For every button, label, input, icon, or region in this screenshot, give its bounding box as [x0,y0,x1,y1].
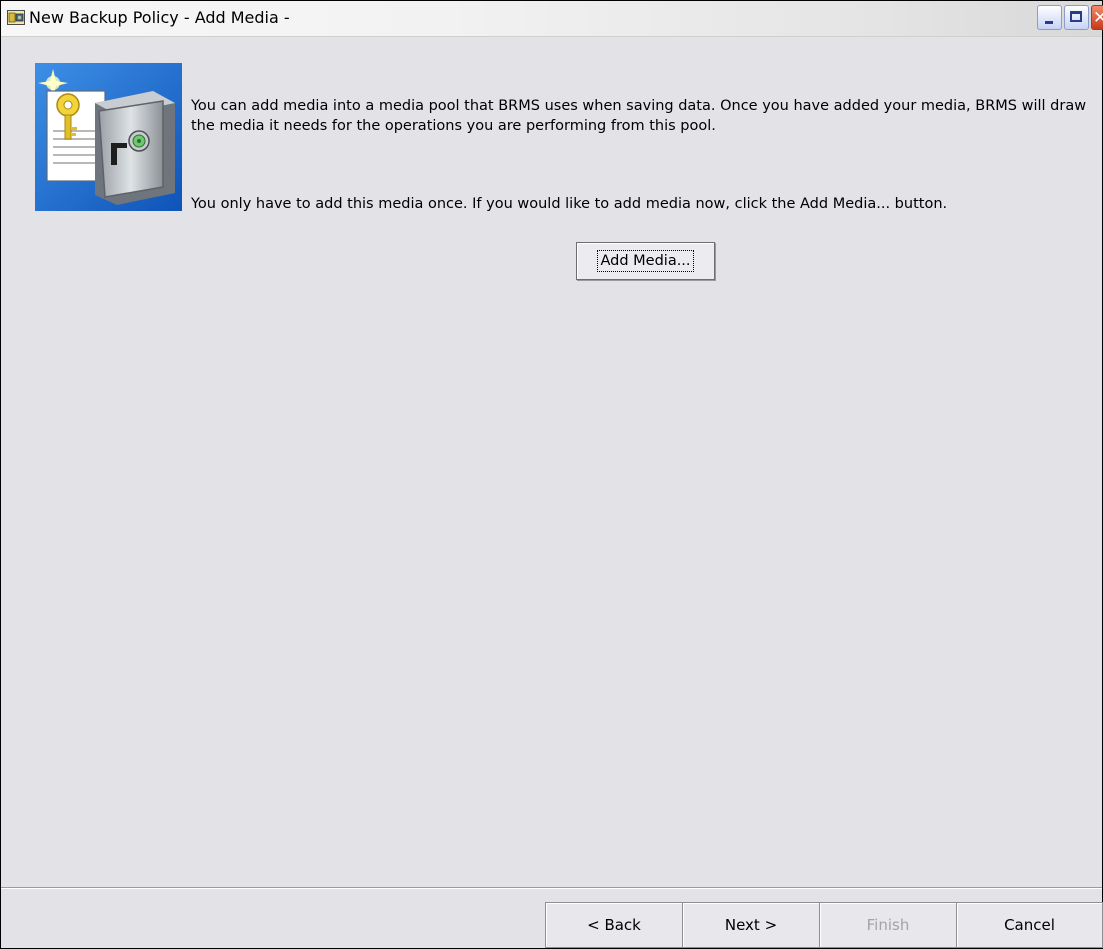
window-title: New Backup Policy - Add Media - [29,8,290,27]
next-button[interactable]: Next > [682,902,820,948]
maximize-button[interactable] [1064,5,1089,30]
add-media-button[interactable]: Add Media... [576,242,715,280]
back-button[interactable]: < Back [545,902,683,948]
close-icon: ✕ [1093,8,1103,28]
minimize-button[interactable] [1037,5,1062,30]
maximize-icon [1070,11,1082,22]
dialog-window: New Backup Policy - Add Media - ✕ [0,0,1103,949]
safe-with-key-icon [35,63,182,211]
footer-separator [1,887,1102,889]
finish-button[interactable]: Finish [819,902,957,948]
app-icon [7,10,25,25]
intro-message: You can add media into a media pool that… [191,98,1087,134]
instruction-message: You only have to add this media once. If… [191,196,948,212]
add-media-label: Add Media... [597,250,694,272]
minimize-icon [1045,21,1053,24]
cancel-button[interactable]: Cancel [956,902,1103,948]
title-bar[interactable]: New Backup Policy - Add Media - ✕ [1,1,1103,37]
close-button[interactable]: ✕ [1091,5,1103,30]
